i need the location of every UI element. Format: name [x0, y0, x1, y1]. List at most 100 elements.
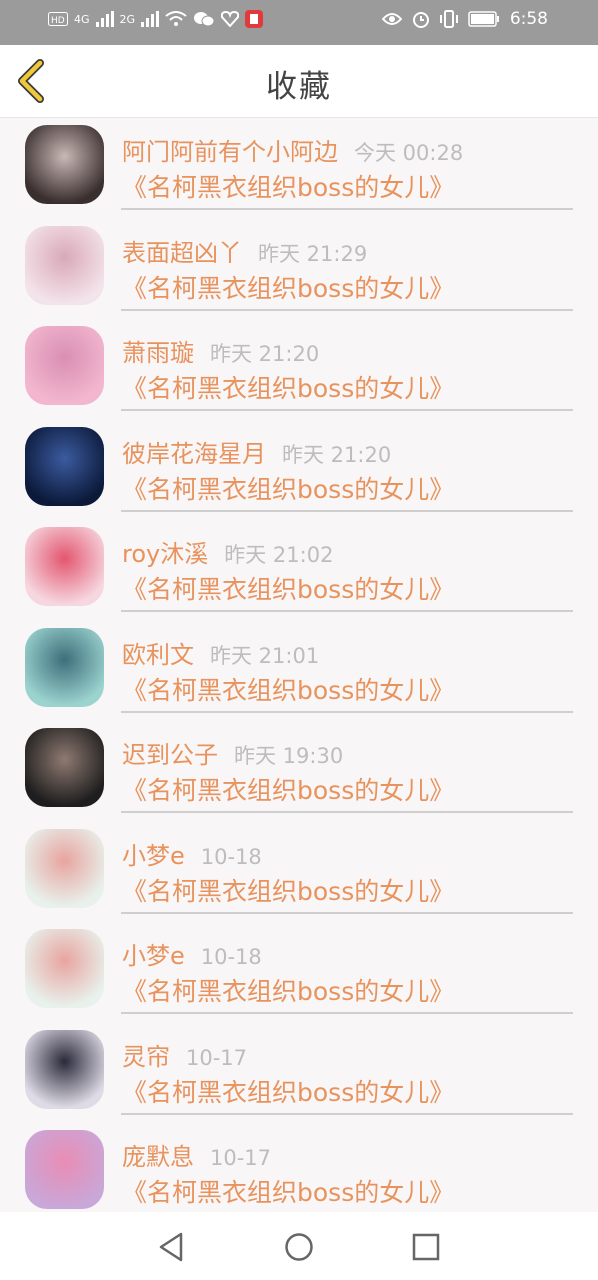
- timestamp: 昨天 21:20: [282, 442, 392, 467]
- wifi-icon: [165, 11, 187, 26]
- item-header: 庞默息 10-17: [122, 1137, 271, 1172]
- list-item[interactable]: 灵帘 10-17 《名柯黑衣组织boss的女儿》: [0, 1023, 598, 1124]
- heart-icon: [221, 11, 240, 27]
- user-name[interactable]: 阿门阿前有个小阿边: [122, 138, 338, 166]
- list-item[interactable]: 欧利文 昨天 21:01 《名柯黑衣组织boss的女儿》: [0, 621, 598, 722]
- book-title[interactable]: 《名柯黑衣组织boss的女儿》: [122, 1073, 454, 1109]
- divider: [121, 1112, 573, 1115]
- favorites-list: 阿门阿前有个小阿边 今天 00:28 《名柯黑衣组织boss的女儿》 表面超凶丫 昨天 …: [0, 118, 598, 1211]
- avatar[interactable]: [25, 225, 104, 305]
- network-1-label: 4G: [74, 12, 90, 26]
- avatar[interactable]: [25, 125, 104, 204]
- book-title[interactable]: 《名柯黑衣组织boss的女儿》: [122, 168, 454, 204]
- page-title: 收藏: [266, 69, 332, 105]
- avatar[interactable]: [25, 1130, 104, 1209]
- timestamp: 今天 00:28: [354, 141, 464, 165]
- item-header: 灵帘 10-17: [122, 1037, 247, 1072]
- timestamp: 昨天 19:30: [234, 744, 344, 768]
- list-item[interactable]: 迟到公子 昨天 19:30 《名柯黑衣组织boss的女儿》: [0, 721, 598, 822]
- avatar[interactable]: [25, 828, 104, 908]
- hd-icon: HD: [48, 12, 68, 26]
- status-right: 6:58: [381, 9, 548, 29]
- item-header: 萧雨璇 昨天 21:20: [122, 333, 319, 368]
- user-name[interactable]: 表面超凶丫: [122, 239, 242, 267]
- list-item[interactable]: 小梦e 10-18 《名柯黑衣组织boss的女儿》: [0, 822, 598, 923]
- user-name[interactable]: 欧利文: [122, 641, 194, 669]
- user-name[interactable]: 萧雨璇: [122, 339, 194, 367]
- book-title[interactable]: 《名柯黑衣组织boss的女儿》: [122, 570, 454, 606]
- item-header: 迟到公子 昨天 19:30: [122, 735, 343, 770]
- divider: [121, 208, 573, 210]
- triangle-back-icon[interactable]: [151, 1227, 191, 1267]
- item-header: 表面超凶丫 昨天 21:29: [122, 233, 367, 268]
- app-icon: [245, 10, 264, 28]
- timestamp: 昨天 21:01: [210, 643, 320, 668]
- user-name[interactable]: roy沐溪: [122, 540, 208, 568]
- avatar[interactable]: [25, 326, 104, 405]
- item-header: 彼岸花海星月 昨天 21:20: [122, 434, 391, 469]
- divider: [121, 509, 573, 512]
- signal-icon-2: [141, 11, 160, 27]
- item-header: roy沐溪 昨天 21:02: [122, 534, 333, 569]
- book-title[interactable]: 《名柯黑衣组织boss的女儿》: [122, 872, 454, 908]
- book-title[interactable]: 《名柯黑衣组织boss的女儿》: [122, 671, 454, 707]
- status-bar: HD 4G 2G 6:58: [0, 0, 598, 45]
- list-item[interactable]: 阿门阿前有个小阿边 今天 00:28 《名柯黑衣组织boss的女儿》: [0, 118, 598, 219]
- list-item[interactable]: 彼岸花海星月 昨天 21:20 《名柯黑衣组织boss的女儿》: [0, 420, 598, 521]
- user-name[interactable]: 彼岸花海星月: [122, 440, 266, 468]
- divider: [121, 1012, 573, 1014]
- status-left: HD 4G 2G: [48, 10, 264, 28]
- list-item[interactable]: 庞默息 10-17 《名柯黑衣组织boss的女儿》: [0, 1123, 598, 1211]
- timestamp: 昨天 21:20: [210, 342, 320, 366]
- signal-icon: [95, 11, 114, 27]
- item-header: 阿门阿前有个小阿边 今天 00:28: [122, 132, 463, 167]
- eye-icon: [381, 13, 402, 25]
- circle-home-icon[interactable]: [279, 1227, 319, 1267]
- item-header: 欧利文 昨天 21:01: [122, 635, 319, 670]
- divider: [121, 409, 573, 411]
- avatar[interactable]: [25, 929, 104, 1008]
- list-item[interactable]: 表面超凶丫 昨天 21:29 《名柯黑衣组织boss的女儿》: [0, 219, 598, 320]
- timestamp: 昨天 21:29: [258, 241, 368, 266]
- system-nav-bar: [0, 1212, 598, 1280]
- vibrate-icon: [439, 10, 458, 28]
- list-item[interactable]: 萧雨璇 昨天 21:20 《名柯黑衣组织boss的女儿》: [0, 319, 598, 420]
- avatar[interactable]: [25, 1029, 104, 1109]
- battery-icon: [468, 11, 499, 27]
- wechat-icon: [194, 12, 215, 27]
- user-name[interactable]: 小梦e: [122, 942, 185, 970]
- avatar[interactable]: [25, 426, 104, 506]
- divider: [121, 610, 573, 612]
- divider: [121, 710, 573, 713]
- status-time: 6:58: [509, 9, 548, 29]
- book-title[interactable]: 《名柯黑衣组织boss的女儿》: [122, 771, 454, 807]
- divider: [121, 811, 573, 813]
- item-header: 小梦e 10-18: [122, 936, 262, 971]
- book-title[interactable]: 《名柯黑衣组织boss的女儿》: [122, 269, 454, 305]
- user-name[interactable]: 庞默息: [122, 1143, 194, 1171]
- svg-text:HD: HD: [51, 16, 65, 26]
- book-title[interactable]: 《名柯黑衣组织boss的女儿》: [122, 470, 454, 506]
- square-recents-icon[interactable]: [406, 1227, 446, 1267]
- network-2-label: 2G: [119, 12, 136, 26]
- timestamp: 10-17: [210, 1146, 272, 1170]
- book-title[interactable]: 《名柯黑衣组织boss的女儿》: [122, 972, 454, 1008]
- alarm-icon: [412, 12, 429, 28]
- book-title[interactable]: 《名柯黑衣组织boss的女儿》: [122, 1173, 454, 1209]
- divider: [121, 308, 573, 311]
- list-item[interactable]: roy沐溪 昨天 21:02 《名柯黑衣组织boss的女儿》: [0, 520, 598, 621]
- timestamp: 昨天 21:02: [224, 543, 334, 567]
- avatar[interactable]: [25, 527, 104, 606]
- list-item[interactable]: 小梦e 10-18 《名柯黑衣组织boss的女儿》: [0, 922, 598, 1023]
- item-header: 小梦e 10-18: [122, 836, 262, 871]
- book-title[interactable]: 《名柯黑衣组织boss的女儿》: [122, 369, 454, 405]
- header-bar: 收藏: [0, 45, 598, 118]
- user-name[interactable]: 小梦e: [122, 842, 185, 870]
- avatar[interactable]: [25, 728, 104, 807]
- user-name[interactable]: 灵帘: [122, 1043, 170, 1071]
- divider: [121, 911, 573, 914]
- avatar[interactable]: [25, 627, 104, 707]
- timestamp: 10-18: [200, 844, 262, 869]
- user-name[interactable]: 迟到公子: [122, 741, 218, 769]
- timestamp: 10-18: [200, 945, 262, 969]
